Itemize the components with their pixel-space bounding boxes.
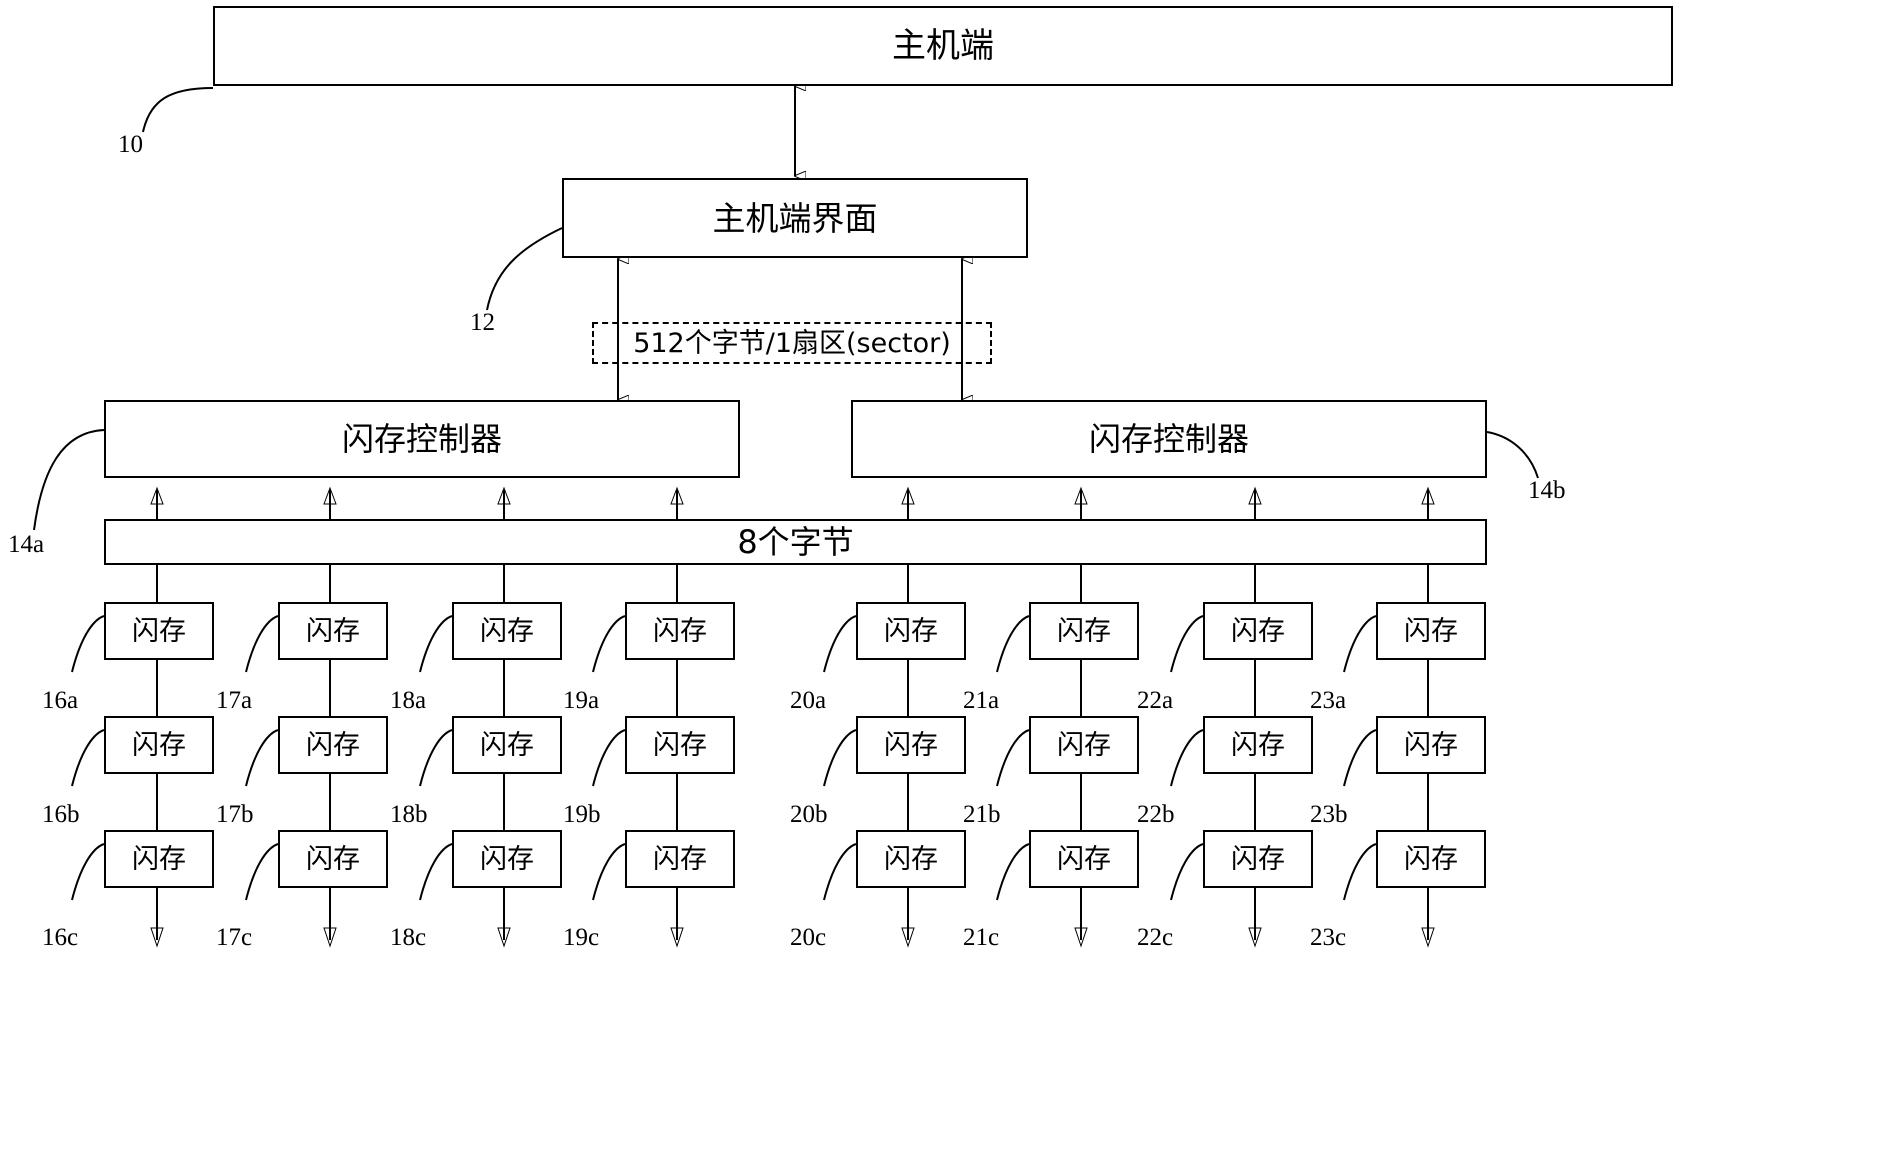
flash-cell[interactable]: 闪存 <box>1029 602 1139 660</box>
flash-cell[interactable]: 闪存 <box>1203 602 1313 660</box>
ref-flash: 23a <box>1310 687 1347 714</box>
flash-cell-label: 闪存 <box>884 729 938 761</box>
ref-flash: 22c <box>1137 924 1174 951</box>
flash-cell-label: 闪存 <box>1231 615 1285 647</box>
data-bus-label: 8个字节 <box>737 523 854 561</box>
flash-cell-label: 闪存 <box>480 615 534 647</box>
flash-cell[interactable]: 闪存 <box>1203 716 1313 774</box>
flash-controller-left-label: 闪存控制器 <box>341 420 502 458</box>
flash-cell-label: 闪存 <box>480 729 534 761</box>
sector-size-label: 512个字节/1扇区(sector) <box>633 327 951 359</box>
ref-flash: 21a <box>963 687 1000 714</box>
ref-flash: 20b <box>790 801 828 828</box>
ref-flash: 17a <box>216 687 253 714</box>
host-interface-box[interactable]: 主机端界面 <box>562 178 1028 258</box>
ref-flash: 22a <box>1137 687 1174 714</box>
ref-flash: 22b <box>1137 801 1175 828</box>
flash-cell-label: 闪存 <box>306 843 360 875</box>
flash-cell-label: 闪存 <box>306 615 360 647</box>
flash-controller-right-label: 闪存控制器 <box>1088 420 1249 458</box>
flash-cell-label: 闪存 <box>132 843 186 875</box>
flash-controller-right[interactable]: 闪存控制器 <box>851 400 1487 478</box>
flash-cell-label: 闪存 <box>884 615 938 647</box>
data-bus-bar: 8个字节 <box>104 519 1487 565</box>
ref-flash: 20a <box>790 687 827 714</box>
ref-flash: 16c <box>42 924 79 951</box>
flash-cell[interactable]: 闪存 <box>856 602 966 660</box>
flash-cell-label: 闪存 <box>1057 615 1111 647</box>
flash-cell[interactable]: 闪存 <box>104 602 214 660</box>
ref-host: 10 <box>118 131 143 158</box>
flash-cell-label: 闪存 <box>306 729 360 761</box>
flash-cell[interactable]: 闪存 <box>1029 716 1139 774</box>
ref-flash: 18b <box>390 801 428 828</box>
flash-cell-label: 闪存 <box>480 843 534 875</box>
flash-cell[interactable]: 闪存 <box>856 830 966 888</box>
flash-cell-label: 闪存 <box>1404 843 1458 875</box>
ref-flash: 21c <box>963 924 1000 951</box>
flash-cell[interactable]: 闪存 <box>856 716 966 774</box>
flash-cell[interactable]: 闪存 <box>1376 830 1486 888</box>
host-box[interactable]: 主机端 <box>213 6 1673 86</box>
host-interface-label: 主机端界面 <box>712 198 878 238</box>
host-box-label: 主机端 <box>892 26 994 66</box>
flash-cell[interactable]: 闪存 <box>104 716 214 774</box>
flash-cell[interactable]: 闪存 <box>625 830 735 888</box>
ref-controller-right: 14b <box>1528 477 1566 504</box>
flash-cell-label: 闪存 <box>1404 729 1458 761</box>
flash-cell[interactable]: 闪存 <box>1029 830 1139 888</box>
ref-flash: 19c <box>563 924 600 951</box>
flash-cell-label: 闪存 <box>132 615 186 647</box>
ref-flash: 17c <box>216 924 253 951</box>
ref-controller-left: 14a <box>8 531 45 558</box>
flash-cell-label: 闪存 <box>1404 615 1458 647</box>
flash-cell[interactable]: 闪存 <box>452 602 562 660</box>
sector-size-note: 512个字节/1扇区(sector) <box>592 322 992 364</box>
ref-flash: 19b <box>563 801 601 828</box>
flash-cell[interactable]: 闪存 <box>625 716 735 774</box>
flash-cell-label: 闪存 <box>653 843 707 875</box>
flash-cell[interactable]: 闪存 <box>452 830 562 888</box>
ref-flash: 18c <box>390 924 427 951</box>
flash-cell-label: 闪存 <box>1231 843 1285 875</box>
ref-interface: 12 <box>470 309 495 336</box>
flash-cell[interactable]: 闪存 <box>278 716 388 774</box>
flash-cell[interactable]: 闪存 <box>625 602 735 660</box>
flash-cell-label: 闪存 <box>1231 729 1285 761</box>
flash-cell-label: 闪存 <box>1057 729 1111 761</box>
ref-flash: 21b <box>963 801 1001 828</box>
flash-cell[interactable]: 闪存 <box>104 830 214 888</box>
flash-cell-label: 闪存 <box>132 729 186 761</box>
flash-cell[interactable]: 闪存 <box>1203 830 1313 888</box>
diagram-canvas: 主机端 10 主机端界面 12 512个字节/1扇区(sector) 闪存控制器… <box>0 0 1901 1164</box>
ref-flash: 18a <box>390 687 427 714</box>
flash-cell[interactable]: 闪存 <box>278 830 388 888</box>
flash-cell-label: 闪存 <box>653 729 707 761</box>
flash-cell[interactable]: 闪存 <box>452 716 562 774</box>
flash-cell[interactable]: 闪存 <box>278 602 388 660</box>
flash-cell[interactable]: 闪存 <box>1376 602 1486 660</box>
ref-flash: 23b <box>1310 801 1348 828</box>
connector-layer <box>33 0 1539 948</box>
flash-cell-label: 闪存 <box>653 615 707 647</box>
ref-flash: 19a <box>563 687 600 714</box>
flash-controller-left[interactable]: 闪存控制器 <box>104 400 740 478</box>
ref-flash: 16a <box>42 687 79 714</box>
ref-flash: 23c <box>1310 924 1347 951</box>
ref-flash: 20c <box>790 924 827 951</box>
ref-flash: 17b <box>216 801 254 828</box>
flash-cell-label: 闪存 <box>884 843 938 875</box>
ref-flash: 16b <box>42 801 80 828</box>
flash-cell-label: 闪存 <box>1057 843 1111 875</box>
flash-cell[interactable]: 闪存 <box>1376 716 1486 774</box>
